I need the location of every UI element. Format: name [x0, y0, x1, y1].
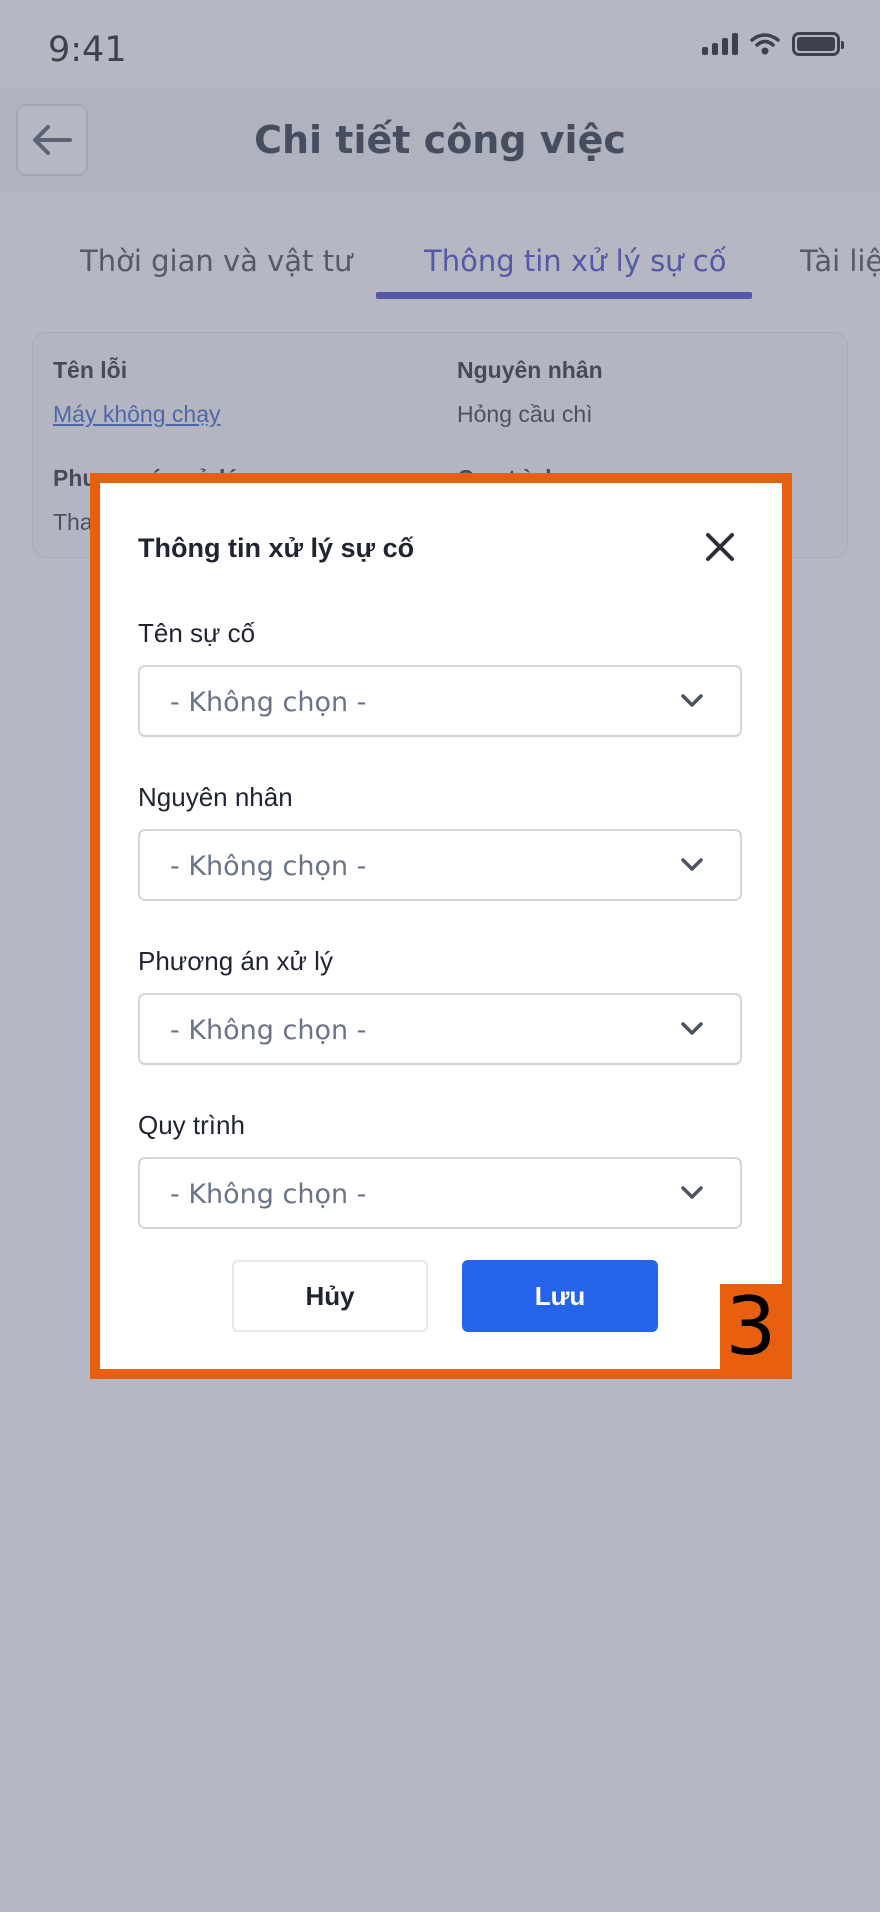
solution-select[interactable]: - Không chọn - [138, 993, 742, 1065]
solution-field-label: Phương án xử lý [138, 946, 333, 976]
incident-name-select[interactable]: - Không chọn - [138, 665, 742, 737]
close-icon[interactable] [700, 527, 740, 567]
chevron-down-icon [681, 1022, 703, 1035]
process-select-value: - Không chọn - [170, 1179, 367, 1210]
save-button[interactable]: Lưu [462, 1260, 658, 1332]
step-number-badge: 3 [720, 1284, 782, 1369]
chevron-down-icon [681, 1186, 703, 1199]
dialog-title: Thông tin xử lý sự cố [138, 533, 415, 563]
chevron-down-icon [681, 694, 703, 707]
chevron-down-icon [681, 858, 703, 871]
process-select[interactable]: - Không chọn - [138, 1157, 742, 1229]
process-field-label: Quy trình [138, 1110, 245, 1140]
cancel-button[interactable]: Hủy [232, 1260, 428, 1332]
incident-name-value: - Không chọn - [170, 687, 367, 718]
incident-info-dialog: Thông tin xử lý sự cố Tên sự cố - Không … [90, 473, 792, 1379]
solution-select-value: - Không chọn - [170, 1015, 367, 1046]
cause-field-label: Nguyên nhân [138, 782, 293, 812]
cause-select-value: - Không chọn - [170, 851, 367, 882]
cause-select[interactable]: - Không chọn - [138, 829, 742, 901]
incident-name-label: Tên sự cố [138, 618, 256, 648]
